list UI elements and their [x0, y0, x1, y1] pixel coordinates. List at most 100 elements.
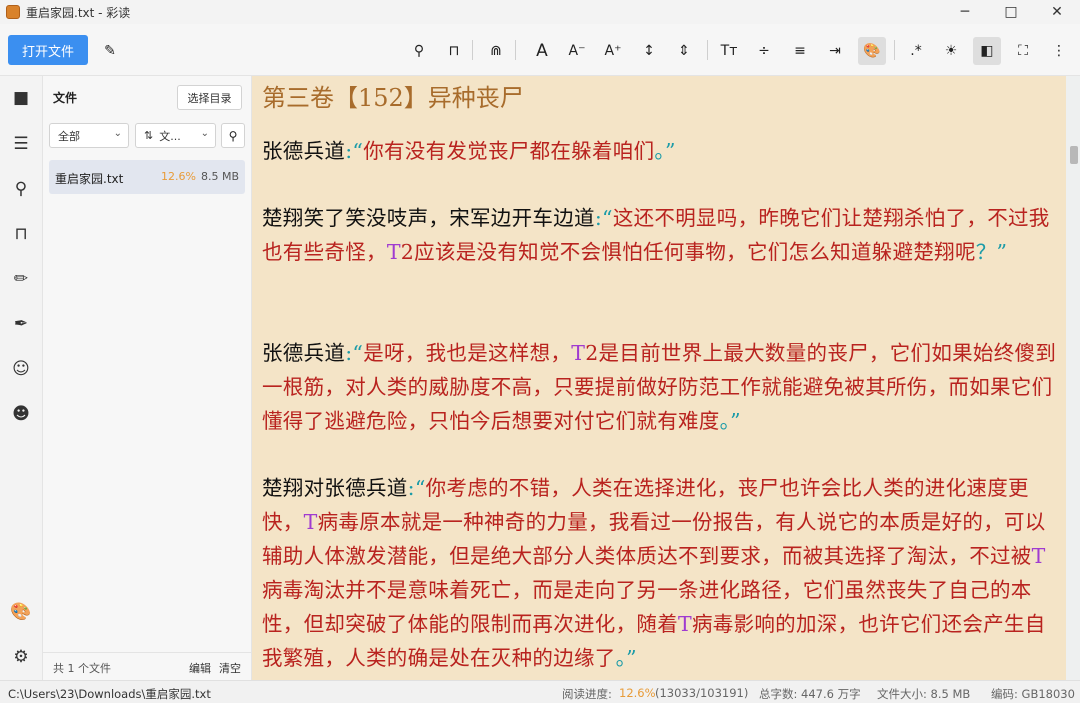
- paragraph: 楚翔笑了笑没吱声，宋军边开车边道:“这还不明显吗，昨晚它们让楚翔杀怕了，不过我也…: [262, 201, 1062, 269]
- bookmark-icon[interactable]: ⊓: [9, 222, 33, 246]
- brightness-icon[interactable]: ☀: [940, 40, 962, 62]
- left-nav: ■ ☰ ⚲ ⊓ ✏ ✒ ☺ ☻ 🎨 ⚙: [0, 76, 43, 680]
- file-size: 8.5 MB: [201, 170, 240, 183]
- font-increase-icon[interactable]: A⁺: [602, 40, 624, 62]
- pen-nib-icon[interactable]: ✒: [9, 312, 33, 336]
- search-icon: ⚲: [228, 128, 238, 143]
- reader-pane[interactable]: 第三卷【152】异种丧尸 张德兵道:“你有没有发觉丧尸都在躲着咱们。” 楚翔笑了…: [252, 76, 1066, 680]
- t-virus-mark: T: [678, 612, 692, 636]
- open-quote: “: [602, 206, 613, 230]
- t-virus-mark: T: [1031, 544, 1046, 568]
- open-file-button[interactable]: 打开文件: [8, 35, 88, 65]
- close-quote: 。”: [654, 139, 676, 163]
- chevron-down-icon: ⌄: [113, 128, 122, 139]
- sidebar-toggle-icon[interactable]: ◧: [973, 37, 1001, 65]
- dialog-text: 病毒原本就是一种神奇的力量，我看过一份报告，有人说它的本质是好的，可以辅助人体激…: [262, 510, 1046, 568]
- pin-icon[interactable]: ⚲: [408, 40, 430, 62]
- toc-list-icon[interactable]: ☰: [9, 132, 33, 156]
- library-icon[interactable]: ■: [9, 86, 33, 110]
- file-list-item[interactable]: 重启家园.txt 12.6% 8.5 MB: [49, 160, 245, 194]
- more-icon[interactable]: ⋮: [1048, 40, 1070, 62]
- close-quote: ？”: [975, 240, 1008, 264]
- t-virus-mark: T: [303, 510, 318, 534]
- open-quote: “: [352, 341, 364, 365]
- file-panel: 文件 选择目录 全部 ⌄ ⇅ 文... ⌄ ⚲ 重启家园.txt 12.6% 8…: [43, 76, 252, 680]
- headphones-icon[interactable]: ⋒: [485, 40, 507, 62]
- open-quote: “: [414, 476, 426, 500]
- encoding: 编码: GB18030: [991, 687, 1075, 701]
- title-bar: 重启家园.txt - 彩读 ─ □ ✕: [0, 0, 1080, 24]
- close-quote: 。”: [719, 409, 741, 433]
- speaker: 楚翔笑了笑没吱声，宋军边开车边道: [262, 206, 595, 230]
- settings-icon[interactable]: ⚙: [9, 645, 33, 669]
- paragraph: 张德兵道:“你有没有发觉丧尸都在躲着咱们。”: [262, 134, 1062, 168]
- file-size-status: 文件大小: 8.5 MB: [877, 687, 971, 701]
- palette-icon[interactable]: 🎨: [858, 37, 886, 65]
- maximize-button[interactable]: □: [988, 0, 1034, 24]
- toolbar-divider: [707, 40, 708, 60]
- progress-percent: 12.6%: [619, 686, 656, 700]
- toolbar-divider: [472, 40, 473, 60]
- align-icon[interactable]: ≡: [789, 40, 811, 62]
- file-search-button[interactable]: ⚲: [221, 123, 245, 148]
- chevron-down-icon: ⌄: [200, 128, 209, 139]
- filter-value: 全部: [58, 129, 80, 143]
- vertical-scrollbar[interactable]: [1066, 76, 1080, 680]
- dialog-text: 是呀，我也是这样想，: [363, 341, 572, 365]
- clear-button[interactable]: 清空: [219, 660, 241, 676]
- paragraph: 楚翔对张德兵道:“你考虑的不错，人类在选择进化，丧尸也许会比人类的进化速度更快，…: [262, 471, 1062, 675]
- toolbar-divider: [894, 40, 895, 60]
- sort-icon: ⇅: [144, 129, 154, 142]
- text-size-icon[interactable]: Tт: [718, 40, 740, 62]
- speaker: 张德兵道: [262, 341, 346, 365]
- status-bar: C:\Users\23\Downloads\重启家园.txt 阅读进度: 12.…: [0, 680, 1080, 703]
- sort-select[interactable]: ⇅ 文... ⌄: [135, 123, 216, 148]
- file-name: 重启家园.txt: [55, 172, 124, 186]
- paragraph: 张德兵道:“是呀，我也是这样想，T2是目前世界上最大数量的丧尸，它们如果始终傻到…: [262, 336, 1062, 438]
- bookmark-icon[interactable]: ⊓: [443, 40, 465, 62]
- toolbar-divider: [515, 40, 516, 60]
- speaker: 楚翔对张德兵道: [262, 476, 408, 500]
- file-panel-footer: 共 1 个文件 编辑 清空: [43, 652, 251, 680]
- select-directory-button[interactable]: 选择目录: [177, 85, 242, 110]
- regex-icon[interactable]: .*: [905, 40, 927, 62]
- app-logo-icon: [6, 5, 20, 19]
- chapter-title: 第三卷【152】异种丧尸: [262, 84, 524, 112]
- edit-icon[interactable]: ✎: [99, 40, 121, 62]
- font-decrease-icon[interactable]: A⁻: [566, 40, 588, 62]
- indent-icon[interactable]: ⇥: [824, 40, 846, 62]
- file-count: 共 1 个文件: [53, 662, 111, 675]
- colon: :: [594, 206, 603, 230]
- divider-icon[interactable]: ÷: [753, 40, 775, 62]
- minimize-button[interactable]: ─: [942, 0, 988, 24]
- font-icon[interactable]: A: [531, 40, 553, 62]
- pencil-icon[interactable]: ✏: [9, 267, 33, 291]
- progress-label: 阅读进度:: [562, 687, 612, 701]
- window-controls: ─ □ ✕: [942, 0, 1080, 24]
- emoji-add-icon[interactable]: ☺: [9, 357, 33, 381]
- line-height-icon[interactable]: ⇕: [673, 40, 695, 62]
- letter-spacing-icon[interactable]: ↕: [638, 40, 660, 62]
- file-path: C:\Users\23\Downloads\重启家园.txt: [8, 687, 211, 701]
- file-panel-title: 文件: [53, 91, 78, 105]
- close-button[interactable]: ✕: [1034, 0, 1080, 24]
- t-virus-mark: T: [571, 341, 586, 365]
- edit-button[interactable]: 编辑: [189, 660, 211, 676]
- scrollbar-thumb[interactable]: [1070, 146, 1078, 164]
- smiley-icon[interactable]: ☻: [9, 402, 33, 426]
- open-quote: “: [352, 139, 364, 163]
- file-progress: 12.6%: [161, 170, 196, 183]
- sort-value: 文...: [159, 129, 181, 143]
- toolbar: 打开文件 ✎ ⚲ ⊓ ⋒ A A⁻ A⁺ ↕ ⇕ Tт ÷ ≡ ⇥ 🎨 .* ☀…: [0, 24, 1080, 76]
- t-virus-mark: T: [386, 240, 401, 264]
- progress-detail: (13033/103191): [655, 686, 749, 700]
- filter-select[interactable]: 全部 ⌄: [49, 123, 129, 148]
- word-count: 总字数: 447.6 万字: [759, 687, 861, 701]
- fullscreen-icon[interactable]: ⛶: [1012, 40, 1034, 62]
- window-title: 重启家园.txt - 彩读: [26, 5, 131, 20]
- dialog-text: 2应该是没有知觉不会惧怕任何事物，它们怎么知道躲避楚翔呢: [400, 240, 976, 264]
- dialog-text: 你有没有发觉丧尸都在躲着咱们: [363, 139, 655, 163]
- palette-icon[interactable]: 🎨: [9, 600, 33, 624]
- close-quote: 。”: [615, 646, 637, 670]
- search-icon[interactable]: ⚲: [9, 177, 33, 201]
